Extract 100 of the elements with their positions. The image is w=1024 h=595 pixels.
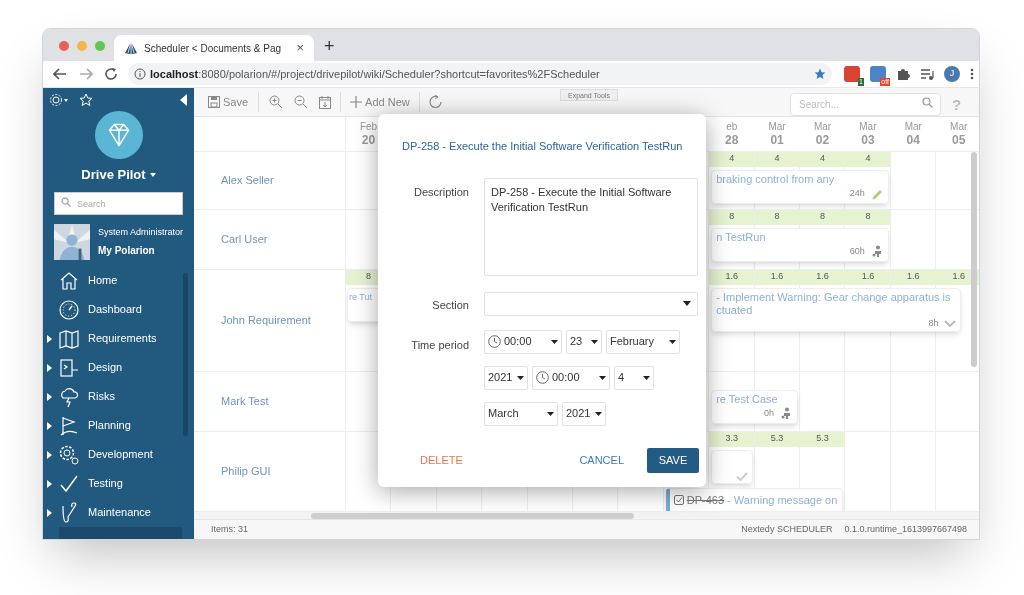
search-field[interactable]: Search: [54, 192, 183, 215]
resource-name: Carl User: [221, 231, 268, 247]
sidebar-item[interactable]: Home: [43, 266, 194, 295]
settings-icon[interactable]: [49, 93, 69, 108]
time-dropdown[interactable]: 00:00: [532, 365, 610, 390]
info-icon[interactable]: [134, 68, 146, 80]
task-card[interactable]: n TestRun 60h: [711, 227, 889, 262]
resource-name: John Requirement: [221, 312, 311, 328]
expand-icon[interactable]: [47, 392, 52, 401]
task-title: n TestRun: [716, 230, 767, 244]
add-new-button[interactable]: Add New: [350, 93, 410, 111]
resource-name: Alex Seller: [221, 172, 274, 188]
refresh-icon[interactable]: [428, 95, 443, 110]
sidebar-item[interactable]: Development: [43, 440, 194, 469]
time-dropdown[interactable]: 00:00: [484, 329, 562, 354]
map-icon: [58, 327, 80, 350]
sidebar-item[interactable]: Planning: [43, 411, 194, 440]
field-label: Section: [431, 297, 469, 313]
caret-icon: [517, 375, 524, 380]
zoom-in-icon[interactable]: [269, 95, 284, 110]
new-tab-button[interactable]: +: [324, 37, 335, 55]
my-polarion-link[interactable]: My Polarion: [97, 242, 183, 258]
expand-icon[interactable]: [47, 450, 52, 459]
flag-icon: [58, 414, 80, 437]
search-field[interactable]: Search...: [790, 93, 941, 116]
star-icon[interactable]: [79, 93, 93, 108]
month-label: Mar: [813, 120, 832, 134]
hours-label: 0h: [763, 407, 774, 421]
task-card[interactable]: braking control from any 24h: [711, 169, 889, 204]
task-card[interactable]: - Implement Warning: Gear change apparatus is ctuated 8h: [711, 287, 962, 332]
forward-icon[interactable]: [79, 68, 93, 80]
expand-icon[interactable]: [47, 334, 52, 343]
back-icon[interactable]: [53, 68, 67, 80]
menu-icon[interactable]: [970, 68, 974, 80]
item-count: Items: 31: [211, 522, 248, 536]
hours-label: 24h: [849, 187, 865, 201]
profile-avatar[interactable]: J: [944, 66, 960, 82]
hours-label: 8h: [928, 316, 939, 330]
expand-icon[interactable]: [47, 363, 52, 372]
day-dropdown[interactable]: 4: [614, 365, 654, 390]
description-field[interactable]: DP-258 - Execute the Initial Software Verification TestRun: [484, 177, 698, 276]
day-label: 02: [815, 133, 830, 149]
puzzle-icon[interactable]: [896, 67, 910, 81]
zoom-out-icon[interactable]: [294, 95, 309, 110]
month-label: Mar: [859, 120, 877, 134]
checkmark-icon: [735, 471, 748, 481]
version-label: 0.1.0.runtime_1613997667498: [844, 522, 967, 536]
day-label: 28: [725, 133, 739, 149]
tab-title: Scheduler < Documents & Pag: [144, 41, 283, 56]
user-role: System Administrator: [97, 226, 183, 240]
url-text: localhost:8080/polarion/#/project/drivepilot/wiki/Scheduler?shortcut=favorites%2FScheduler: [150, 66, 601, 82]
expand-icon[interactable]: [47, 479, 52, 488]
product-name: Nextedy SCHEDULER: [741, 522, 833, 536]
caret-icon: [551, 339, 558, 344]
sidebar-item[interactable]: Design: [43, 353, 194, 382]
month-dropdown[interactable]: March: [484, 401, 558, 426]
day-label: 03: [861, 133, 875, 149]
star-icon[interactable]: [814, 68, 826, 80]
collapse-icon[interactable]: [180, 94, 188, 107]
reload-icon[interactable]: [104, 67, 118, 81]
save-button[interactable]: SAVE: [647, 448, 699, 473]
month-dropdown[interactable]: February: [606, 329, 680, 354]
day-dropdown[interactable]: 23: [566, 329, 602, 354]
caret-icon: [595, 411, 602, 416]
scrollbar[interactable]: [311, 512, 634, 519]
close-icon[interactable]: ×: [296, 38, 304, 58]
day-label: 05: [952, 133, 966, 149]
gear-icon: [58, 443, 80, 466]
browser-tab[interactable]: Scheduler < Documents & Pag ×: [114, 35, 314, 61]
sidebar-item[interactable]: Maintenance: [43, 498, 194, 527]
calendar-icon[interactable]: [319, 95, 332, 109]
sidebar-item[interactable]: Requirements: [43, 324, 194, 353]
search-icon: [61, 196, 71, 207]
scrollbar[interactable]: [183, 273, 188, 436]
cloud-icon: [58, 385, 80, 408]
task-title: braking control from any: [716, 172, 836, 186]
address-field[interactable]: localhost:8080/polarion/#/project/drivepilot/wiki/Scheduler?shortcut=favorites%2FScheduler: [128, 63, 832, 85]
year-dropdown[interactable]: 2021: [562, 401, 606, 426]
project-switcher[interactable]: Drive Pilot: [43, 165, 194, 185]
cancel-button[interactable]: CANCEL: [579, 452, 624, 469]
day-label: 04: [906, 133, 920, 149]
pencil-icon: [870, 187, 884, 201]
figure-icon: [870, 245, 884, 259]
task-title: - Implement Warning: Gear change apparatus is ctuated: [716, 290, 952, 317]
scrollbar[interactable]: [971, 151, 977, 367]
expand-icon[interactable]: [47, 508, 52, 517]
sidebar-item[interactable]: Testing: [43, 469, 194, 498]
resource-name: Mark Test: [221, 393, 269, 409]
gauge-icon: [58, 298, 80, 321]
expand-icon[interactable]: [47, 421, 52, 430]
playlist-icon[interactable]: [920, 68, 934, 80]
task-card[interactable]: DP-463 - Warning message on: [665, 487, 844, 511]
task-card[interactable]: re Test Case 0h: [711, 389, 798, 424]
clock-icon: [536, 371, 549, 384]
sidebar-item[interactable]: Risks: [43, 382, 194, 411]
sidebar-item[interactable]: Dashboard: [43, 295, 194, 324]
caret-icon: [669, 339, 676, 344]
day-label: 01: [770, 133, 784, 149]
year-dropdown[interactable]: 2021: [484, 365, 528, 390]
month-label: Mar: [950, 120, 968, 134]
